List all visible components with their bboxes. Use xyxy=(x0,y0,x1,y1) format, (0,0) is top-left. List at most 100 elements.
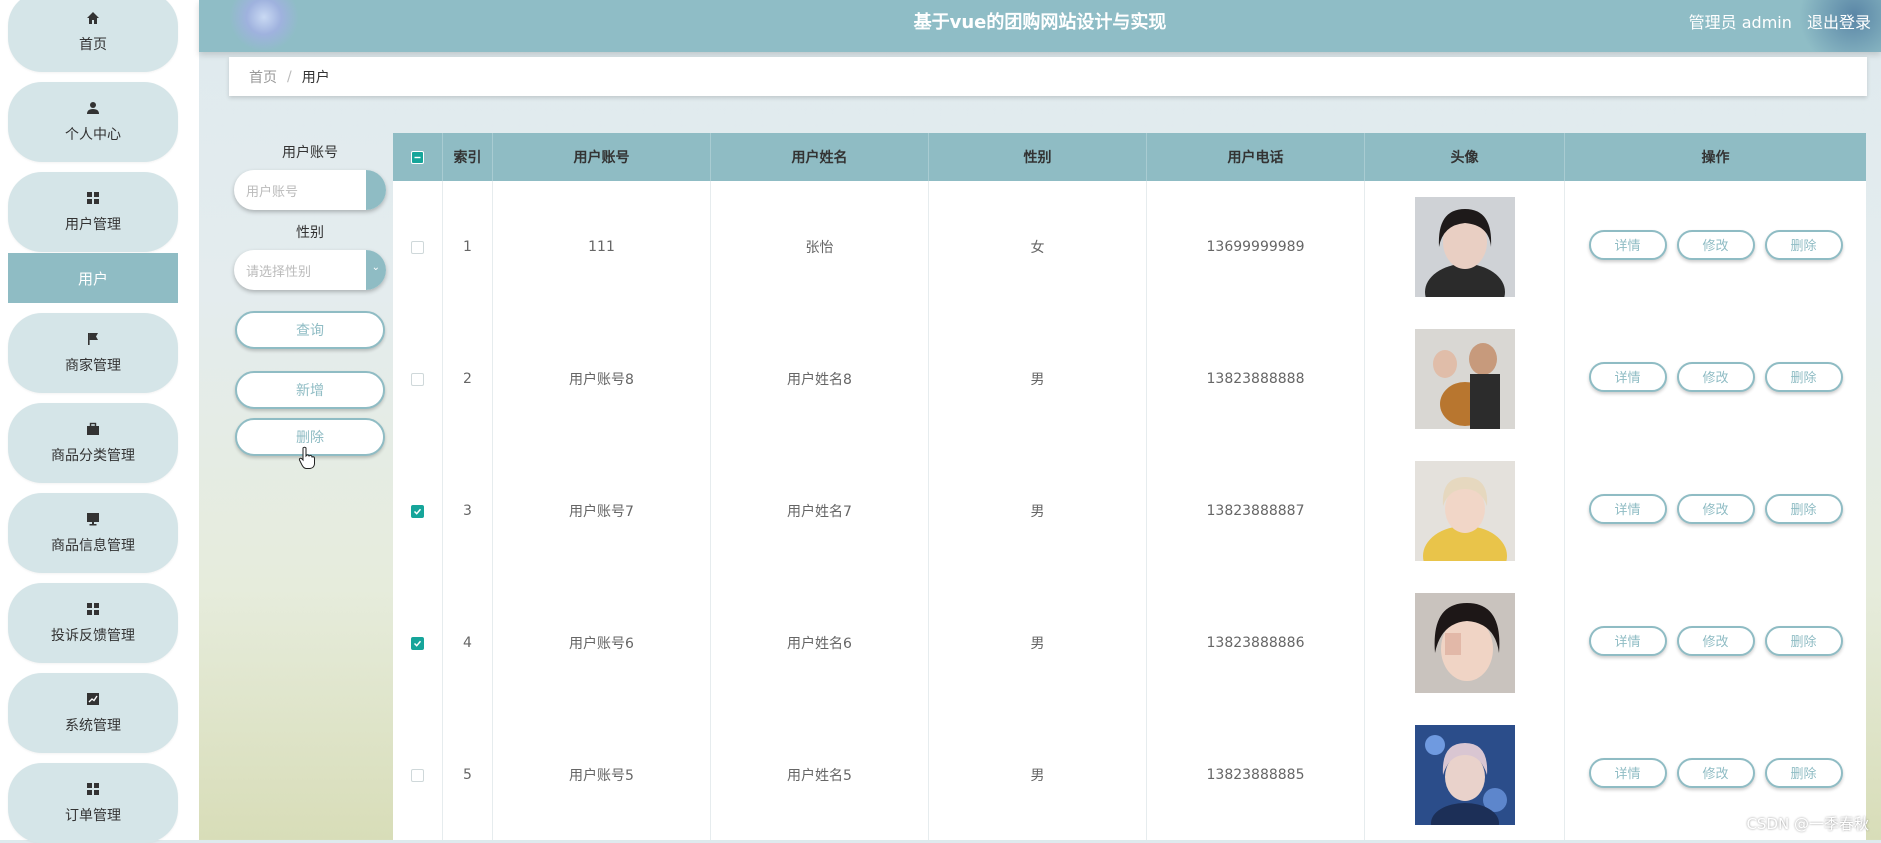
delete-button[interactable]: 删除 xyxy=(1764,757,1843,788)
header-actions: 操作 xyxy=(1701,150,1730,166)
cell-select xyxy=(393,709,443,840)
cell-avatar xyxy=(1365,709,1565,840)
cell-index: 4 xyxy=(443,577,493,709)
select-all-checkbox[interactable] xyxy=(411,150,424,164)
sidebar-item-label: 投诉反馈管理 xyxy=(51,628,135,644)
site-title: 基于vue的团购网站设计与实现 xyxy=(913,12,1167,33)
table-row: 3 用户账号7 用户姓名7 男 13823888887 详情 修改 删除 xyxy=(393,445,1866,578)
gender-placeholder: 请选择性别 xyxy=(246,264,312,280)
edit-button[interactable]: 修改 xyxy=(1676,229,1755,260)
cell-account: 用户账号6 xyxy=(493,577,711,709)
sidebar-item-label: 商家管理 xyxy=(65,358,121,374)
table-row: 5 用户账号5 用户姓名5 男 13823888885 详情 修改 删除 xyxy=(393,709,1866,840)
cell-gender: 男 xyxy=(929,445,1147,577)
cell-actions: 详情 修改 删除 xyxy=(1565,313,1866,445)
avatar xyxy=(1414,725,1515,825)
cell-index: 5 xyxy=(443,709,493,840)
breadcrumb-home[interactable]: 首页 xyxy=(249,67,277,87)
gender-select[interactable]: 请选择性别 ⌄ xyxy=(234,250,386,290)
sidebar-item-product-management[interactable]: 商品信息管理 xyxy=(8,493,178,573)
cell-actions: 详情 修改 删除 xyxy=(1565,445,1866,577)
cell-actions: 详情 修改 删除 xyxy=(1565,577,1866,709)
detail-button[interactable]: 详情 xyxy=(1588,757,1667,788)
logout-link[interactable]: 退出登录 xyxy=(1807,13,1871,32)
delete-button[interactable]: 删除 xyxy=(1764,229,1843,260)
sidebar-item-feedback-management[interactable]: 投诉反馈管理 xyxy=(8,583,178,663)
sidebar-item-category-management[interactable]: 商品分类管理 xyxy=(8,403,178,483)
breadcrumb-current: 用户 xyxy=(301,69,330,86)
sidebar-item-system-management[interactable]: 系统管理 xyxy=(8,673,178,753)
detail-button[interactable]: 详情 xyxy=(1588,493,1667,524)
chevron-down-icon: ⌄ xyxy=(371,262,380,273)
row-checkbox[interactable] xyxy=(411,768,424,782)
row-checkbox[interactable] xyxy=(411,504,424,518)
top-header: 基于vue的团购网站设计与实现 管理员 admin 退出登录 xyxy=(199,0,1881,52)
grid-icon xyxy=(85,601,101,617)
cell-phone: 13823888886 xyxy=(1147,577,1365,709)
row-checkbox[interactable] xyxy=(411,636,424,650)
cell-account: 111 xyxy=(493,181,711,313)
row-checkbox[interactable] xyxy=(411,372,424,386)
cell-gender: 男 xyxy=(929,577,1147,709)
sidebar-item-user-management[interactable]: 用户管理 xyxy=(8,172,178,252)
table-header: 索引 用户账号 用户姓名 性别 用户电话 头像 操作 xyxy=(393,133,1866,181)
flag-icon xyxy=(85,331,101,347)
cell-gender: 女 xyxy=(929,181,1147,313)
cell-actions: 详情 修改 删除 xyxy=(1565,181,1866,313)
header-avatar: 头像 xyxy=(1365,133,1565,181)
sidebar-item-order-management[interactable]: 订单管理 xyxy=(8,763,178,843)
edit-button[interactable]: 修改 xyxy=(1676,625,1755,656)
delete-button[interactable]: 删除 xyxy=(1764,361,1843,392)
cell-avatar xyxy=(1365,181,1565,313)
account-input[interactable]: 用户账号 xyxy=(234,170,386,210)
user-area: 管理员 admin 退出登录 xyxy=(1679,0,1871,46)
delete-button[interactable]: 删除 xyxy=(1764,625,1843,656)
account-placeholder: 用户账号 xyxy=(246,184,299,200)
sidebar-item-merchant-management[interactable]: 商家管理 xyxy=(8,313,178,393)
breadcrumb-separator: / xyxy=(287,68,292,85)
header-gender: 性别 xyxy=(929,133,1147,181)
avatar xyxy=(1414,461,1515,561)
detail-button[interactable]: 详情 xyxy=(1588,229,1667,260)
detail-button[interactable]: 详情 xyxy=(1588,361,1667,392)
sidebar-item-label: 个人中心 xyxy=(65,127,121,143)
table-row: 2 用户账号8 用户姓名8 男 13823888888 详情 修改 删除 xyxy=(393,313,1866,446)
cell-gender: 男 xyxy=(929,709,1147,840)
monitor-icon xyxy=(85,511,101,527)
cell-name: 张怡 xyxy=(711,181,929,313)
search-panel: 用户账号 用户账号 性别 请选择性别 ⌄ xyxy=(230,140,390,290)
sidebar-item-label: 订单管理 xyxy=(65,808,121,824)
cell-gender: 男 xyxy=(929,313,1147,445)
avatar xyxy=(1414,329,1515,429)
query-button[interactable]: 查询 xyxy=(235,311,385,349)
detail-button[interactable]: 详情 xyxy=(1588,625,1667,656)
breadcrumb: 首页 / 用户 xyxy=(229,57,1867,96)
sidebar: 首页 个人中心 用户管理 用户 商家管理 商品分类管理 商品信息管理 投诉反馈管… xyxy=(0,0,199,843)
add-button[interactable]: 新增 xyxy=(235,371,385,409)
gender-label: 性别 xyxy=(296,225,324,241)
user-table: 索引 用户账号 用户姓名 性别 用户电话 头像 操作 1 111 张怡女 136999… xyxy=(393,133,1866,840)
row-checkbox[interactable] xyxy=(411,240,424,254)
sidebar-item-profile[interactable]: 个人中心 xyxy=(8,82,178,162)
delete-button[interactable]: 删除 xyxy=(1764,493,1843,524)
watermark: CSDN @一季春秋 xyxy=(1746,815,1869,833)
edit-button[interactable]: 修改 xyxy=(1676,361,1755,392)
input-cap xyxy=(366,170,386,210)
edit-button[interactable]: 修改 xyxy=(1676,757,1755,788)
sidebar-item-home[interactable]: 首页 xyxy=(8,0,178,72)
sidebar-item-label: 首页 xyxy=(79,37,107,53)
cell-name: 用户姓名7 xyxy=(711,445,929,577)
cell-phone: 13823888888 xyxy=(1147,313,1365,445)
cell-phone: 13699999989 xyxy=(1147,181,1365,313)
cell-name: 用户姓名6 xyxy=(711,577,929,709)
header-account: 用户账号 xyxy=(493,133,711,181)
admin-label: 管理员 admin xyxy=(1688,13,1792,32)
cell-name: 用户姓名8 xyxy=(711,313,929,445)
cell-account: 用户账号5 xyxy=(493,709,711,840)
edit-button[interactable]: 修改 xyxy=(1676,493,1755,524)
cell-select xyxy=(393,577,443,709)
cell-phone: 13823888885 xyxy=(1147,709,1365,840)
sidebar-subitem-user[interactable]: 用户 xyxy=(8,253,178,303)
cell-avatar xyxy=(1365,313,1565,445)
grid-icon xyxy=(85,190,101,206)
